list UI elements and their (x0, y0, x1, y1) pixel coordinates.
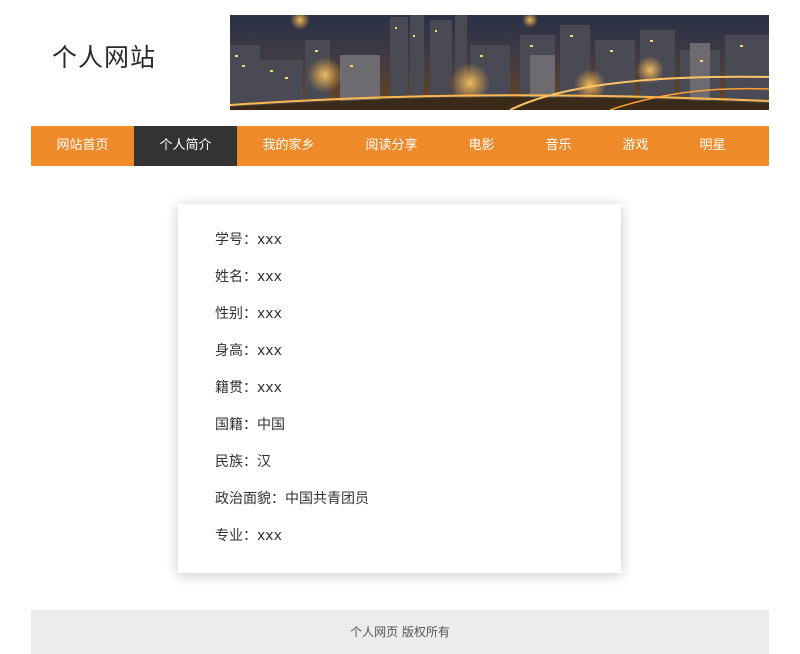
nav-item-home[interactable]: 网站首页 (31, 126, 134, 166)
profile-political-status: 政治面貌：中国共青团员 (215, 491, 369, 507)
site-title: 个人网站 (52, 43, 157, 72)
profile-ethnicity: 民族：汉 (215, 454, 271, 470)
main-nav: 网站首页 个人简介 我的家乡 阅读分享 电影 音乐 游戏 明星 (31, 126, 769, 166)
profile-student-id: 学号：xxx (215, 232, 282, 248)
profile-native-place: 籍贯：xxx (215, 380, 282, 396)
profile-nationality: 国籍：中国 (215, 417, 285, 433)
profile-height: 身高：xxx (215, 343, 282, 359)
nav-item-reading[interactable]: 阅读分享 (340, 126, 443, 166)
city-night-image (230, 15, 769, 110)
profile-name: 姓名：xxx (215, 269, 282, 285)
nav-item-games[interactable]: 游戏 (597, 126, 674, 166)
nav-item-stars[interactable]: 明星 (674, 126, 751, 166)
profile-card: 学号：xxx 姓名：xxx 性别：xxx 身高：xxx 籍贯：xxx 国籍：中国… (178, 204, 621, 573)
footer: 个人网页 版权所有 (31, 610, 769, 654)
nav-item-music[interactable]: 音乐 (520, 126, 597, 166)
footer-copyright: 个人网页 版权所有 (350, 625, 450, 639)
nav-item-profile[interactable]: 个人简介 (134, 126, 237, 166)
page: 个人网站 网站首页 个人简介 我的家乡 阅读分享 电影 音乐 游戏 明星 学号：… (0, 0, 800, 654)
banner-image (230, 15, 769, 110)
profile-gender: 性别：xxx (215, 306, 282, 322)
nav-item-movies[interactable]: 电影 (443, 126, 520, 166)
nav-item-hometown[interactable]: 我的家乡 (237, 126, 340, 166)
profile-major: 专业：xxx (215, 528, 282, 544)
